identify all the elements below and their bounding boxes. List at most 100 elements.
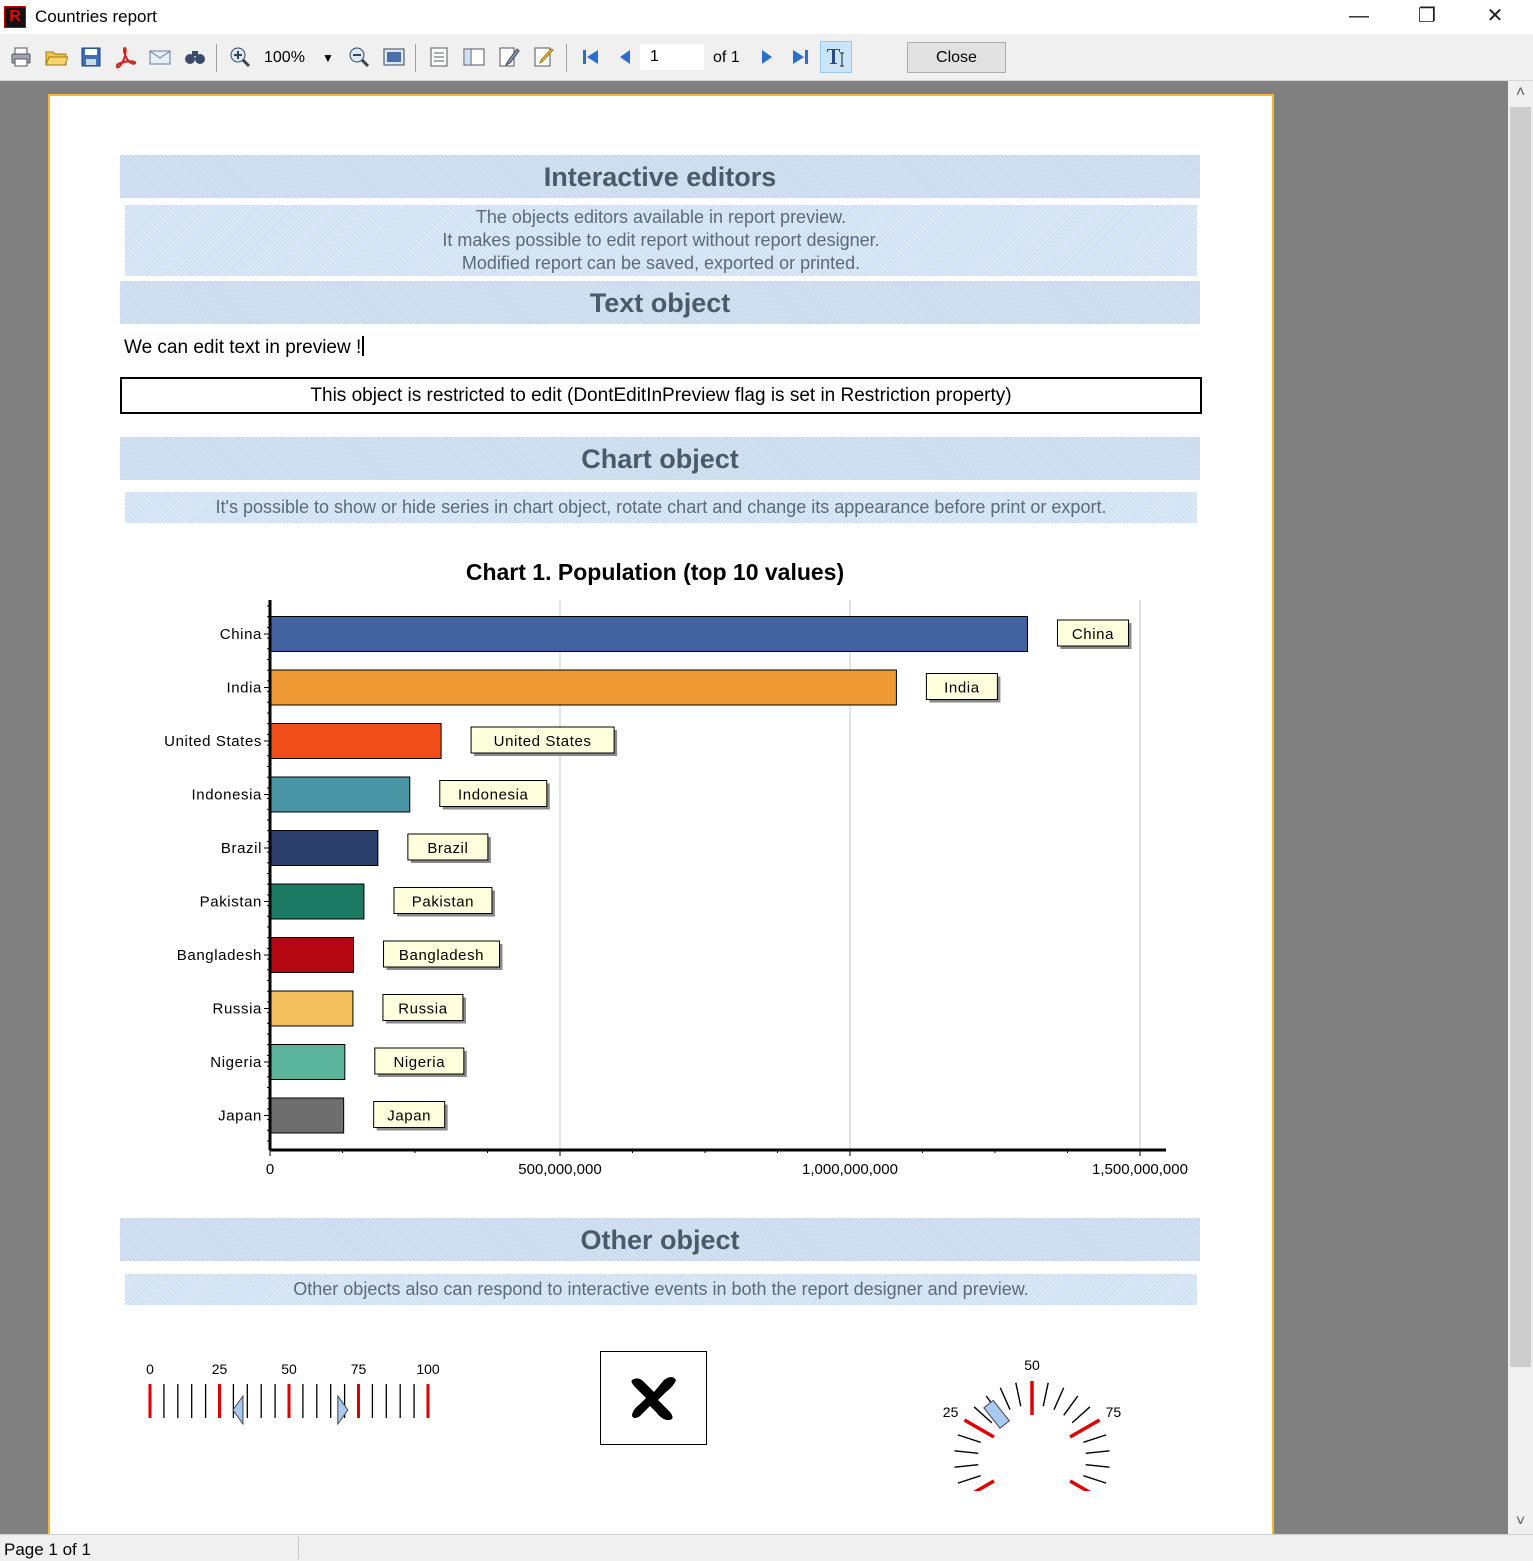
range-slider[interactable]: 0 25 50 75 100	[130, 1358, 450, 1438]
toolbar-separator	[415, 44, 416, 72]
slider-tick-label: 0	[146, 1361, 154, 1377]
preview-area[interactable]: Interactive editors The objects editors …	[0, 81, 1508, 1534]
section-header-chart: Chart object	[120, 437, 1200, 480]
gauge-pointer[interactable]	[983, 1399, 1011, 1429]
close-window-button[interactable]: ✕	[1461, 0, 1529, 34]
y-tick-label: Bangladesh	[177, 947, 262, 964]
gauge-minor-tick	[1083, 1434, 1107, 1443]
y-tick-label: Indonesia	[192, 787, 263, 804]
gauge-minor-tick	[954, 1463, 979, 1468]
find-icon[interactable]	[183, 45, 207, 69]
description-line: Modified report can be saved, exported o…	[461, 253, 861, 273]
gauge-minor-tick	[1085, 1463, 1110, 1468]
chart-bar	[269, 1097, 345, 1134]
cross-image-icon	[631, 1377, 676, 1420]
description-line: The objects editors available in report …	[475, 207, 847, 227]
app-icon: R	[4, 6, 26, 28]
outline-icon[interactable]	[427, 45, 451, 69]
y-tick-label: Brazil	[221, 840, 262, 857]
restricted-text-object: This object is restricted to edit (DontE…	[120, 377, 1202, 414]
restore-button[interactable]: ❐	[1393, 0, 1461, 34]
toolbar-separator	[216, 44, 217, 72]
gauge-tick-label: 75	[1106, 1404, 1122, 1420]
other-description: Other objects also can respond to intera…	[125, 1274, 1197, 1305]
print-icon[interactable]	[9, 45, 33, 69]
next-page-icon[interactable]	[755, 45, 779, 69]
section-header-text: Text object	[120, 281, 1200, 324]
chart-title: Chart 1. Population (top 10 values)	[465, 559, 845, 585]
window-title: Countries report	[35, 7, 157, 26]
section-header-other: Other object	[120, 1218, 1200, 1261]
data-label: United States	[494, 733, 592, 750]
gauge-minor-tick	[1042, 1382, 1049, 1407]
x-tick-label: 500,000,000	[518, 1161, 601, 1178]
toolbar-separator	[566, 44, 567, 72]
vertical-scrollbar[interactable]: ˄ ˅	[1508, 81, 1533, 1534]
minimize-button[interactable]: —	[1325, 0, 1393, 34]
editable-text-object[interactable]: We can edit text in preview !	[124, 336, 365, 359]
gauge-minor-tick	[1071, 1406, 1091, 1424]
picture-object[interactable]	[600, 1351, 707, 1445]
scroll-up-icon[interactable]: ˄	[1508, 81, 1533, 105]
close-button[interactable]: Close	[907, 42, 1006, 73]
zoom-select[interactable]: 100% ▼	[264, 46, 336, 70]
save-icon[interactable]	[79, 45, 103, 69]
data-label: Pakistan	[412, 894, 474, 911]
gauge-tick-label: 50	[1024, 1357, 1040, 1373]
slider-tick-label: 50	[281, 1361, 297, 1377]
y-tick-label: Russia	[213, 1001, 263, 1018]
gauge-minor-tick	[954, 1450, 979, 1455]
interactive-description: The objects editors available in report …	[125, 205, 1197, 276]
status-separator	[298, 1537, 299, 1559]
title-bar: R Countries report — ❐ ✕	[0, 0, 1533, 34]
zoom-out-icon[interactable]	[347, 45, 371, 69]
data-label: Nigeria	[393, 1054, 445, 1071]
slider-low-handle[interactable]	[232, 1394, 244, 1426]
zoom-in-icon[interactable]	[228, 45, 252, 69]
population-chart[interactable]: China China India India United States United …	[140, 596, 1220, 1196]
x-tick-label: 0	[266, 1161, 274, 1178]
text-edit-toggle[interactable]	[820, 41, 852, 73]
data-label: Russia	[398, 1001, 448, 1018]
page-count-label: of 1	[713, 49, 740, 66]
x-tick-label: 1,000,000,000	[802, 1161, 898, 1178]
gauge-minor-tick	[1053, 1387, 1065, 1410]
preview-toolbar: 100% ▼ 1 of 1 Close	[0, 34, 1533, 81]
page-number-input[interactable]: 1	[640, 44, 704, 70]
page-settings-icon[interactable]	[497, 45, 521, 69]
gauge-major-tick	[973, 1479, 995, 1491]
open-icon[interactable]	[44, 45, 68, 69]
y-tick-label: United States	[164, 733, 262, 750]
gauge-major-tick	[1069, 1479, 1091, 1491]
data-label: India	[944, 680, 980, 697]
scroll-down-icon[interactable]: ˅	[1508, 1510, 1533, 1534]
dial-gauge[interactable]: 0255075100	[920, 1331, 1150, 1491]
chart-bar	[269, 990, 354, 1027]
y-tick-label: Pakistan	[200, 894, 262, 911]
data-label: Indonesia	[458, 787, 529, 804]
section-header-interactive: Interactive editors	[120, 155, 1200, 198]
email-icon[interactable]	[148, 45, 172, 69]
gauge-minor-tick	[957, 1434, 981, 1443]
editable-text-value: We can edit text in preview !	[124, 337, 362, 358]
full-screen-icon[interactable]	[382, 45, 406, 69]
previous-page-icon[interactable]	[613, 45, 637, 69]
scrollbar-thumb[interactable]	[1510, 107, 1531, 1367]
gauge-tick-label: 25	[943, 1404, 959, 1420]
gauge-major-tick	[963, 1418, 995, 1439]
y-tick-label: India	[226, 680, 262, 697]
edit-page-icon[interactable]	[532, 45, 556, 69]
first-page-icon[interactable]	[578, 45, 602, 69]
pdf-export-icon[interactable]	[113, 45, 137, 69]
last-page-icon[interactable]	[789, 45, 813, 69]
slider-high-handle[interactable]	[337, 1394, 349, 1426]
gauge-minor-tick	[1085, 1450, 1110, 1455]
chart-bar	[269, 1044, 346, 1080]
slider-tick-label: 25	[212, 1361, 228, 1377]
data-label: China	[1072, 626, 1114, 643]
thumbnails-icon[interactable]	[462, 45, 486, 69]
gauge-minor-tick	[1063, 1395, 1079, 1416]
chart-bar	[269, 776, 411, 813]
chevron-down-icon: ▼	[322, 51, 334, 65]
gauge-minor-tick	[1083, 1475, 1107, 1484]
